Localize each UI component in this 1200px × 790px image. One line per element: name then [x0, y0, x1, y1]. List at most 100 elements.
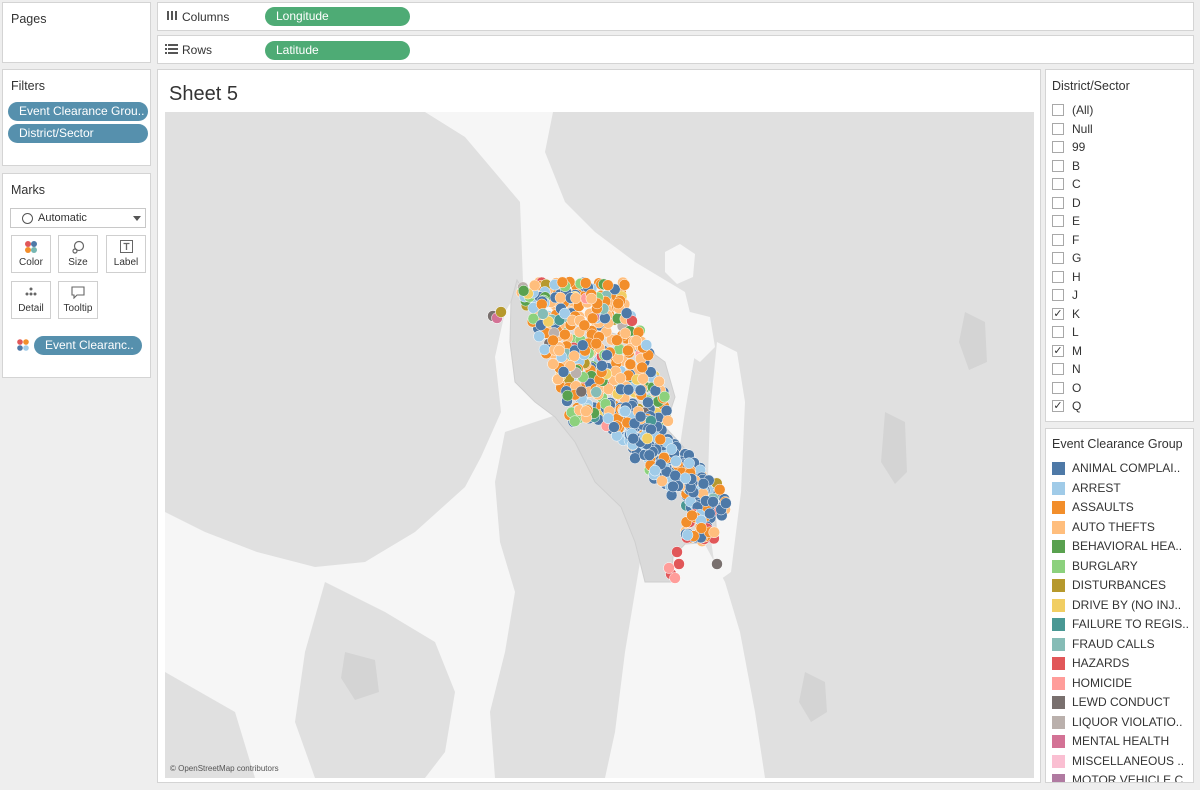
map-point[interactable]: [671, 546, 683, 558]
map-point[interactable]: [695, 522, 708, 534]
checkbox[interactable]: [1052, 122, 1064, 135]
map-point[interactable]: [640, 339, 653, 351]
latitude-pill[interactable]: Latitude: [265, 41, 410, 60]
map-point[interactable]: [641, 432, 654, 445]
map-point[interactable]: [643, 449, 656, 461]
map-point[interactable]: [495, 306, 507, 318]
longitude-pill[interactable]: Longitude: [265, 7, 410, 26]
map-point[interactable]: [608, 421, 620, 433]
filter-pill-district-sector[interactable]: District/Sector: [8, 124, 148, 143]
map-point[interactable]: [580, 405, 592, 417]
map-point[interactable]: [697, 477, 710, 490]
map-point[interactable]: [704, 507, 716, 520]
map-point[interactable]: [627, 432, 639, 445]
map-point[interactable]: [667, 480, 679, 493]
map-point[interactable]: [629, 452, 641, 464]
checkbox[interactable]: [1052, 196, 1064, 209]
map-point[interactable]: [590, 337, 603, 350]
map-point[interactable]: [679, 472, 692, 484]
map-point[interactable]: [538, 343, 551, 356]
map-point[interactable]: [602, 279, 614, 291]
map-point[interactable]: [536, 298, 548, 311]
map-point[interactable]: [649, 464, 661, 477]
tooltip-button[interactable]: Tooltip: [58, 281, 98, 319]
map-point[interactable]: [517, 285, 530, 297]
map-point[interactable]: [686, 509, 698, 522]
map-point[interactable]: [528, 279, 541, 292]
color-field-pill[interactable]: Event Clearanc..: [34, 336, 142, 355]
checkbox[interactable]: ✓: [1052, 400, 1064, 412]
map-point[interactable]: [556, 276, 569, 289]
map-point[interactable]: [683, 457, 695, 469]
checkbox[interactable]: [1052, 289, 1064, 301]
map-point[interactable]: [579, 277, 592, 289]
map-point[interactable]: [553, 344, 565, 357]
map-point[interactable]: [669, 572, 681, 584]
map-point[interactable]: [533, 330, 545, 343]
map-point[interactable]: [642, 396, 654, 409]
map-point[interactable]: [619, 405, 631, 418]
checkbox[interactable]: [1052, 215, 1064, 227]
map-point[interactable]: [637, 373, 649, 385]
map-point[interactable]: [547, 334, 559, 347]
map-point[interactable]: [578, 319, 591, 332]
map-point[interactable]: [669, 469, 681, 482]
checkbox[interactable]: [1052, 141, 1064, 153]
map-point[interactable]: [681, 529, 694, 541]
checkbox[interactable]: [1052, 363, 1064, 375]
map-point[interactable]: [596, 360, 608, 372]
map-point[interactable]: [601, 349, 613, 361]
columns-shelf[interactable]: Columns Longitude: [157, 2, 1194, 31]
map-point[interactable]: [620, 307, 633, 319]
checkbox[interactable]: [1052, 270, 1064, 283]
map-point[interactable]: [654, 433, 667, 446]
map-point[interactable]: [656, 475, 668, 487]
filters-shelf[interactable]: Filters Event Clearance Grou.. District/…: [2, 69, 151, 166]
map-view[interactable]: © OpenStreetMap contributors: [165, 112, 1034, 778]
map-point[interactable]: [585, 292, 598, 305]
map-point[interactable]: [537, 308, 549, 320]
map-point[interactable]: [554, 291, 567, 304]
map-point[interactable]: [590, 386, 602, 398]
map-point[interactable]: [636, 361, 648, 374]
map-point[interactable]: [711, 558, 723, 570]
size-button[interactable]: Size: [58, 235, 98, 273]
map-point[interactable]: [612, 297, 624, 310]
map-point[interactable]: [634, 384, 647, 397]
color-button[interactable]: Color: [11, 235, 51, 273]
map-point[interactable]: [569, 415, 581, 427]
map-point[interactable]: [630, 335, 642, 347]
map-point[interactable]: [547, 358, 559, 370]
checkbox[interactable]: [1052, 381, 1064, 394]
map-point[interactable]: [634, 410, 647, 423]
mark-type-dropdown[interactable]: Automatic: [10, 208, 146, 228]
map-point[interactable]: [658, 390, 671, 403]
map-point[interactable]: [568, 350, 580, 362]
map-point[interactable]: [624, 358, 637, 371]
map-point[interactable]: [614, 372, 627, 384]
map-point[interactable]: [561, 389, 574, 402]
map-point[interactable]: [611, 334, 623, 346]
map-point[interactable]: [570, 292, 582, 304]
checkbox[interactable]: [1052, 104, 1064, 116]
detail-button[interactable]: Detail: [11, 281, 51, 319]
map-point[interactable]: [559, 328, 571, 341]
map-point[interactable]: [557, 366, 570, 378]
label-button[interactable]: Label: [106, 235, 146, 273]
map-point[interactable]: [622, 383, 635, 396]
rows-shelf[interactable]: Rows Latitude: [157, 35, 1194, 64]
map-point[interactable]: [713, 483, 726, 496]
pages-shelf[interactable]: Pages: [2, 2, 151, 63]
map-point[interactable]: [707, 496, 719, 508]
map-point[interactable]: [673, 558, 685, 570]
map-point[interactable]: [575, 385, 588, 398]
map-point[interactable]: [618, 279, 631, 291]
checkbox[interactable]: [1052, 326, 1064, 338]
map-point[interactable]: [653, 375, 665, 388]
checkbox[interactable]: [1052, 178, 1064, 190]
map-point[interactable]: [663, 562, 675, 574]
map-point[interactable]: [670, 455, 682, 467]
checkbox[interactable]: ✓: [1052, 344, 1064, 357]
checkbox[interactable]: [1052, 233, 1064, 246]
map-point[interactable]: [576, 339, 589, 351]
